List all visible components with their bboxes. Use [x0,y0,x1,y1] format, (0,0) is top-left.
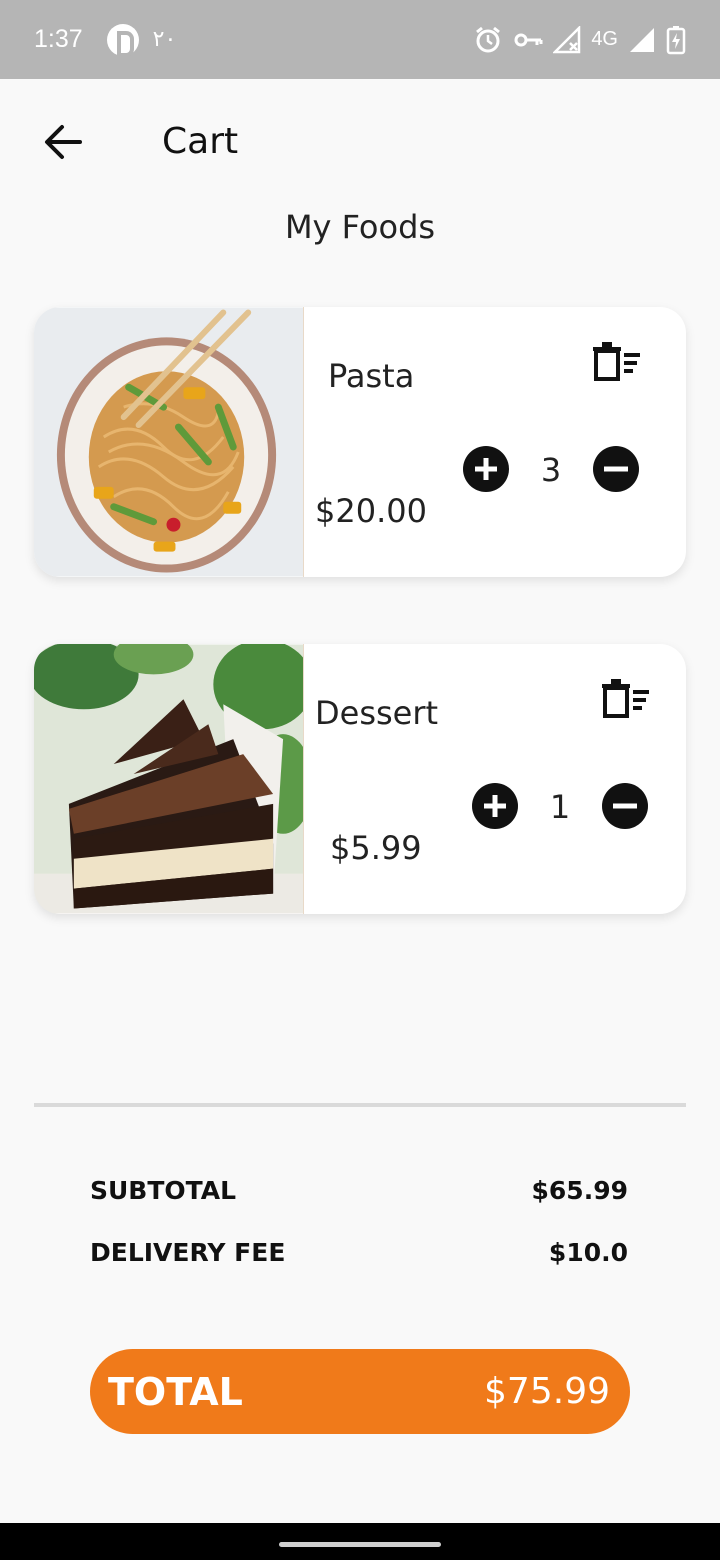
signal-off-icon [553,25,581,53]
increase-quantity-button[interactable] [463,446,509,492]
item-name: Dessert [315,694,439,732]
delivery-fee-value: $10.0 [548,1238,628,1267]
cart-item-card: Pasta 3 $20.00 [34,307,686,577]
total-button[interactable]: TOTAL $75.99 [90,1349,630,1434]
arrow-left-icon[interactable] [38,119,88,165]
subtotal-value: $65.99 [531,1176,628,1205]
total-value: $75.99 [484,1371,610,1412]
alarm-icon [476,26,501,52]
decrease-quantity-button[interactable] [602,783,648,829]
cart-item-card: Dessert 1 $5.99 [34,644,686,914]
delivery-fee-label: DELIVERY FEE [90,1238,286,1267]
vpn-key-icon [514,33,543,46]
item-price: $5.99 [330,829,422,867]
item-quantity: 1 [549,788,571,826]
status-bar: 1:37 ٢٠ 4G [0,0,720,79]
decrease-quantity-button[interactable] [593,446,639,492]
item-quantity: 3 [540,451,562,489]
parking-icon [106,23,139,57]
app-bar: Cart [0,79,720,209]
subtotal-label: SUBTOTAL [90,1176,237,1205]
section-title: My Foods [284,208,436,246]
navigation-bar [0,1523,720,1560]
noodles-plate-image [34,307,304,577]
delete-icon[interactable] [601,678,651,722]
battery-charging-icon [666,25,686,54]
total-label: TOTAL [108,1369,243,1414]
chocolate-cake-image [34,644,304,914]
signal-icon [630,27,654,52]
status-time: 1:37 [34,25,83,53]
item-price: $20.00 [315,492,427,530]
status-arabic-text: ٢٠ [152,27,177,52]
divider [34,1103,686,1107]
delete-icon[interactable] [592,341,642,385]
item-name: Pasta [328,357,415,395]
home-handle[interactable] [279,1542,441,1547]
page-title: Cart [162,121,239,162]
status-icons: 4G [473,25,686,55]
increase-quantity-button[interactable] [472,783,518,829]
network-type: 4G [591,28,618,50]
